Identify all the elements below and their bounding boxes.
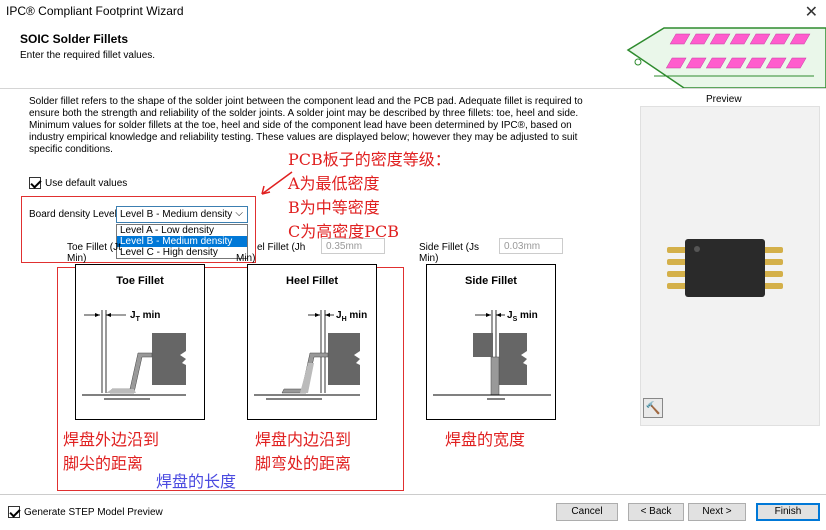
description-text: Solder fillet refers to the shape of the…: [29, 96, 583, 155]
toe-fillet-drawing: JT min: [82, 310, 186, 400]
step-preview-label: Generate STEP Model Preview: [24, 506, 163, 518]
heel-note: 焊盘内边沿到 脚弯处的距离: [255, 430, 352, 473]
toe-note: 焊盘外边沿到 脚尖的距离: [63, 430, 160, 473]
toe-fillet-label: Toe Fillet (Jt Min): [67, 242, 121, 264]
board-density-dropdown: Level A - Low density Level B - Medium d…: [116, 224, 248, 259]
heel-fillet-diagram: Heel Fillet JH min: [247, 264, 377, 420]
pcb-art-icon: [626, 27, 826, 88]
step-preview-checkbox[interactable]: [8, 506, 20, 518]
side-fillet-diagram: Side Fillet JS min: [426, 264, 556, 420]
step-preview-row[interactable]: Generate STEP Model Preview: [8, 506, 163, 518]
footer-divider: [0, 494, 826, 495]
use-default-row[interactable]: Use default values: [29, 177, 127, 189]
density-option-c[interactable]: Level C - High density: [117, 247, 247, 258]
window-title: IPC® Compliant Footprint Wizard: [6, 4, 184, 18]
density-option-b[interactable]: Level B - Medium density: [117, 236, 247, 247]
back-button[interactable]: < Back: [628, 503, 684, 521]
page-title: SOIC Solder Fillets: [20, 32, 129, 46]
finish-button[interactable]: Finish: [756, 503, 820, 521]
preview-panel[interactable]: [640, 106, 820, 426]
toe-fillet-formula: JT min: [130, 310, 160, 323]
density-notes: PCB板子的密度等级： A为最低密度 B为中等密度 C为高密度PCB: [288, 150, 451, 241]
side-fillet-label: Side Fillet (Js Min): [419, 242, 480, 264]
side-fillet-drawing: JS min: [433, 310, 551, 400]
heel-fillet-formula: JH min: [336, 310, 367, 323]
cancel-button[interactable]: Cancel: [556, 503, 618, 521]
density-option-a[interactable]: Level A - Low density: [117, 225, 247, 236]
chevron-down-icon: ⌵: [235, 208, 243, 219]
side-note: 焊盘的宽度: [445, 430, 526, 449]
heel-fillet-drawing: JH min: [254, 310, 367, 400]
length-note: 焊盘的长度: [156, 472, 237, 491]
board-density-label: Board density Level: [29, 209, 117, 220]
page-subtitle: Enter the required fillet values.: [20, 50, 156, 61]
hammer-icon[interactable]: 🔨: [643, 398, 663, 418]
chip-preview-icon: [667, 239, 783, 297]
side-fillet-input[interactable]: 0.03mm: [499, 238, 563, 254]
use-default-label: Use default values: [45, 177, 128, 189]
use-default-checkbox[interactable]: [29, 177, 41, 189]
board-density-value: Level B - Medium density: [120, 209, 233, 220]
board-density-select[interactable]: Level B - Medium density ⌵: [116, 206, 248, 223]
header-divider: [0, 88, 826, 89]
title-bar: IPC® Compliant Footprint Wizard ✕: [0, 0, 826, 22]
toe-fillet-diagram: Toe Fillet JT min: [75, 264, 205, 420]
close-icon[interactable]: ✕: [805, 2, 818, 22]
side-fillet-formula: JS min: [507, 310, 538, 323]
heel-fillet-label: el Fillet (Jh Min): [236, 242, 306, 264]
next-button[interactable]: Next >: [688, 503, 746, 521]
preview-label: Preview: [706, 94, 742, 105]
